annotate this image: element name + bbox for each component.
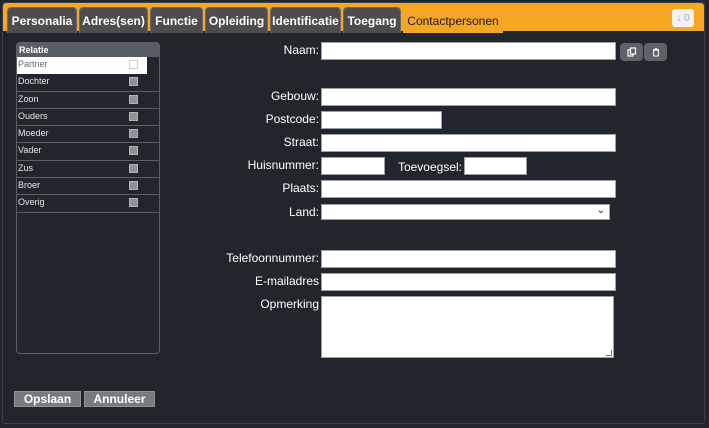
resize-grip-icon[interactable] xyxy=(606,350,612,356)
plaats-label: Plaats: xyxy=(282,181,319,195)
download-button[interactable]: ↓ 0 xyxy=(672,9,694,27)
relatie-checkbox[interactable] xyxy=(129,129,138,139)
tab-contactpersonen[interactable]: Contactpersonen xyxy=(403,7,503,33)
relatie-item-label: Broer xyxy=(18,180,41,191)
tab-functie[interactable]: Functie xyxy=(150,7,203,33)
relatie-checkbox[interactable] xyxy=(129,181,138,191)
telefoon-label: Telefoonnummer: xyxy=(226,251,319,265)
relatie-item-zoon[interactable]: Zoon xyxy=(17,92,159,109)
relatie-checkbox[interactable] xyxy=(129,111,138,121)
delete-button[interactable] xyxy=(644,43,667,61)
relatie-item-label: Vader xyxy=(18,145,42,156)
land-label: Land: xyxy=(288,205,319,219)
postcode-label: Postcode: xyxy=(265,112,319,126)
toevoegsel-input[interactable] xyxy=(464,157,527,175)
cancel-button[interactable]: Annuleer xyxy=(84,391,155,407)
relatie-item-label: Dochter xyxy=(18,76,50,87)
opmerking-textarea[interactable] xyxy=(321,296,614,358)
naam-input[interactable] xyxy=(321,42,616,60)
relatie-checkbox[interactable] xyxy=(129,77,138,87)
relatie-item-zus[interactable]: Zus xyxy=(17,161,159,179)
gebouw-input[interactable] xyxy=(321,88,616,106)
gebouw-label: Gebouw: xyxy=(270,89,319,103)
tab-adressen[interactable]: Adres(sen) xyxy=(79,7,148,33)
relatie-item-label: Zus xyxy=(18,162,34,173)
relatie-checkbox[interactable] xyxy=(129,94,138,104)
relatie-item-moeder[interactable]: Moeder xyxy=(17,126,159,144)
relatie-checkbox[interactable] xyxy=(129,163,138,173)
postcode-input[interactable] xyxy=(321,111,442,129)
relatie-item-broer[interactable]: Broer xyxy=(17,178,159,196)
trash-icon xyxy=(652,48,659,57)
huisnummer-input[interactable] xyxy=(321,157,385,175)
relatie-item-overig[interactable]: Overig xyxy=(17,195,159,213)
tab-toegang[interactable]: Toegang xyxy=(343,7,401,33)
telefoon-input[interactable] xyxy=(321,250,616,268)
copy-icon xyxy=(626,47,636,57)
relatie-item-ouders[interactable]: Ouders xyxy=(17,109,159,127)
naam-label: Naam: xyxy=(283,43,319,57)
relatie-item-vader[interactable]: Vader xyxy=(17,143,159,161)
relatie-item-label: Moeder xyxy=(18,128,49,139)
land-select[interactable]: ⌄ xyxy=(321,204,610,220)
copy-button[interactable] xyxy=(620,43,643,61)
tab-bar: Personalia Adres(sen) Functie Opleiding … xyxy=(3,3,704,33)
opmerking-label: Opmerking xyxy=(260,297,319,311)
tab-identificatie[interactable]: Identificatie xyxy=(270,7,341,33)
save-button[interactable]: Opslaan xyxy=(14,391,81,407)
relatie-panel: Relatie Partner Dochter Zoon Ouders Moed… xyxy=(16,42,160,354)
relatie-item-label: Zoon xyxy=(18,93,39,104)
relatie-checkbox[interactable] xyxy=(129,198,138,208)
tab-personalia[interactable]: Personalia xyxy=(7,7,77,33)
relatie-item-dochter[interactable]: Dochter xyxy=(17,74,159,92)
toevoegsel-label: Toevoegsel: xyxy=(397,160,462,174)
email-label: E-mailadres xyxy=(254,274,319,288)
email-input[interactable] xyxy=(321,273,616,291)
relatie-item-label: Ouders xyxy=(18,110,48,121)
relatie-item-label: Overig xyxy=(18,197,45,208)
tab-opleiding[interactable]: Opleiding xyxy=(205,7,268,33)
huisnummer-label: Huisnummer: xyxy=(247,158,319,172)
relatie-item-partner[interactable]: Partner xyxy=(17,57,147,75)
straat-label: Straat: xyxy=(283,135,319,149)
relatie-item-label: Partner xyxy=(18,59,48,69)
chevron-down-icon: ⌄ xyxy=(596,205,605,216)
plaats-input[interactable] xyxy=(321,180,616,198)
relatie-header: Relatie xyxy=(17,43,159,57)
straat-input[interactable] xyxy=(321,134,616,152)
relatie-checkbox[interactable] xyxy=(129,146,138,156)
relatie-checkbox[interactable] xyxy=(129,60,138,69)
